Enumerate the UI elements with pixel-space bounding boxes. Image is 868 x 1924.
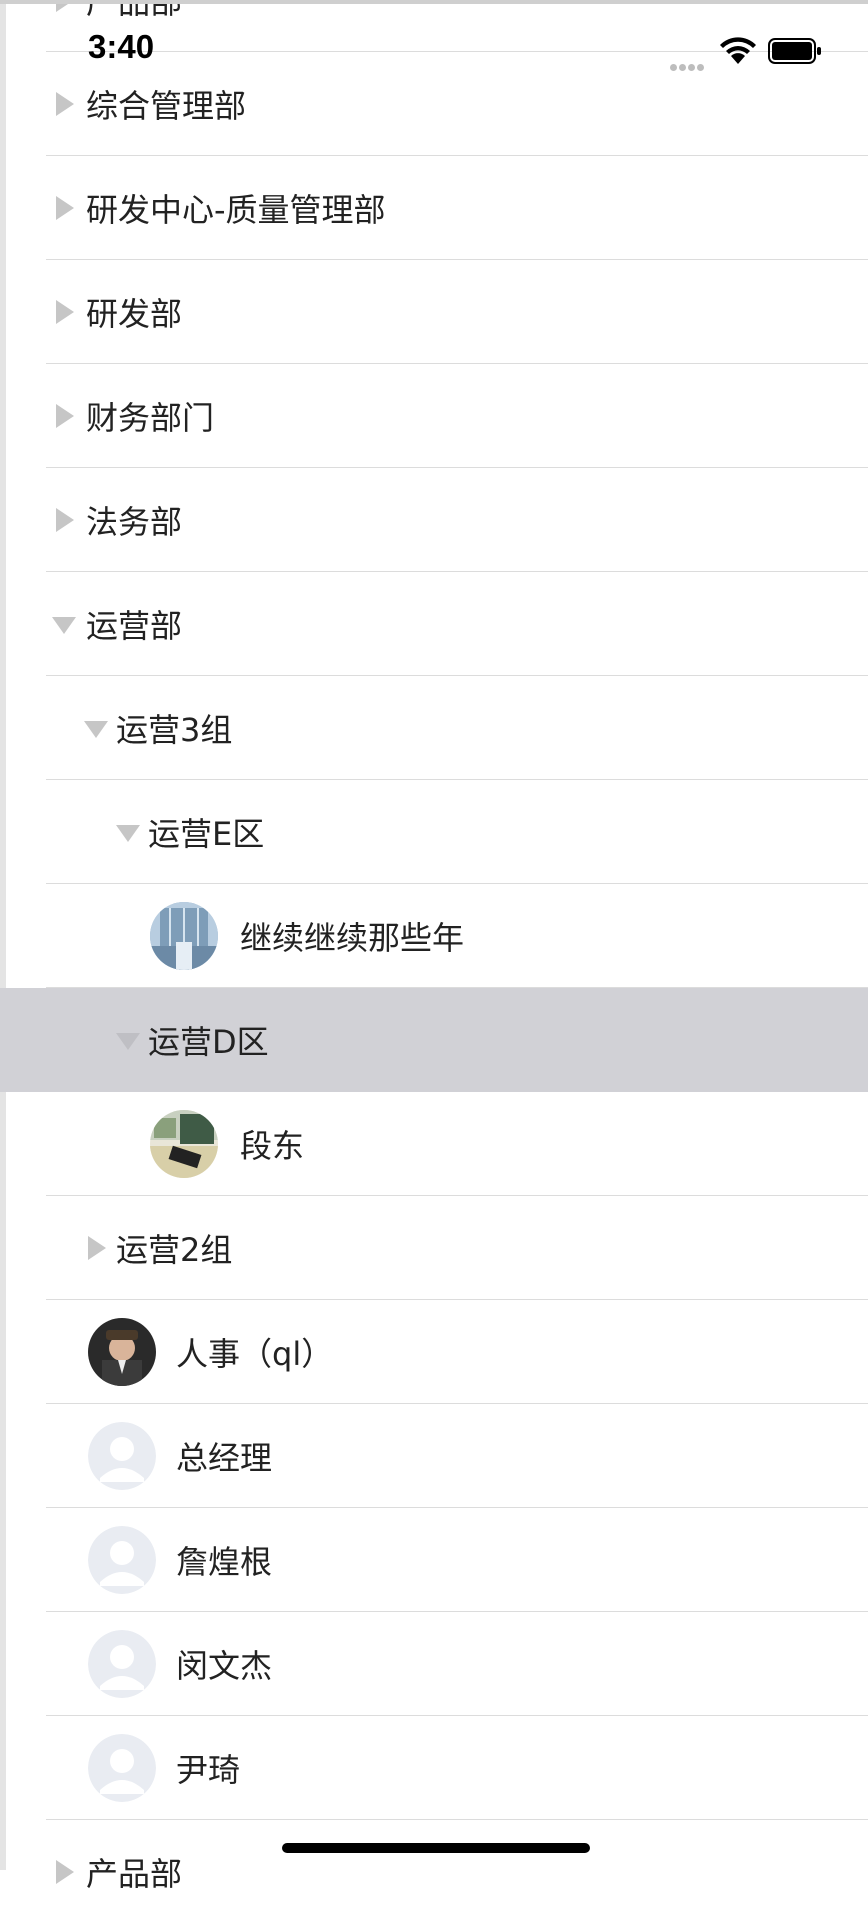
collapse-triangle-icon [52,617,76,634]
home-indicator[interactable] [282,1843,590,1853]
tree-row-dept[interactable]: 研发部 [0,260,868,364]
default-avatar-icon [88,1422,156,1490]
row-label: 闵文杰 [176,1647,273,1685]
collapse-triangle-icon [84,721,108,738]
tree-row-member[interactable]: 继续继续那些年 [0,884,868,988]
tree-row-dept[interactable]: 财务部门 [0,364,868,468]
avatar [150,902,218,970]
tree-row-area-selected[interactable]: 运营D区 [0,988,868,1092]
tree-row-member[interactable]: 詹煌根 [0,1508,868,1612]
row-label: 总经理 [176,1439,273,1477]
row-label: 詹煌根 [176,1543,273,1581]
row-label: 研发中心-质量管理部 [86,191,386,229]
row-label: 运营2组 [116,1231,233,1269]
collapse-triangle-icon [116,825,140,842]
collapse-triangle-icon [116,1033,140,1050]
row-label: 人事（ql） [176,1335,334,1373]
expand-triangle-icon [56,1860,74,1884]
row-label: 继续继续那些年 [240,919,465,957]
row-label: 财务部门 [86,399,215,437]
expand-triangle-icon [56,300,74,324]
row-label: 运营D区 [148,1023,269,1061]
tree-row-member[interactable]: 总经理 [0,1404,868,1508]
row-label: 运营E区 [148,815,265,853]
avatar [150,1110,218,1178]
tree-row-partial-bottom[interactable]: 产品部 [0,1820,868,1924]
row-label: 法务部 [86,503,183,541]
tree-row-dept[interactable]: 研发中心-质量管理部 [0,156,868,260]
default-avatar-icon [88,1526,156,1594]
row-label: 段东 [240,1127,305,1165]
tree-row-area-expanded[interactable]: 运营E区 [0,780,868,884]
tree-row-group[interactable]: 运营2组 [0,1196,868,1300]
expand-triangle-icon [56,508,74,532]
cellular-signal-icon [670,56,710,71]
status-bar: 3:40 [0,0,868,100]
avatar [88,1318,156,1386]
expand-triangle-icon [56,404,74,428]
status-time: 3:40 [88,28,155,65]
row-label: 研发部 [86,295,183,333]
row-label: 产品部 [86,1855,183,1893]
tree-row-member[interactable]: 闵文杰 [0,1612,868,1716]
expand-triangle-icon [88,1236,106,1260]
default-avatar-icon [88,1630,156,1698]
default-avatar-icon [88,1734,156,1802]
row-label: 运营3组 [116,711,233,749]
expand-triangle-icon [56,196,74,220]
tree-row-dept-expanded[interactable]: 运营部 [0,572,868,676]
tree-row-member[interactable]: 人事（ql） [0,1300,868,1404]
wifi-icon [718,36,758,66]
tree-row-member[interactable]: 段东 [0,1092,868,1196]
row-label: 尹琦 [176,1751,241,1789]
tree-row-member[interactable]: 尹琦 [0,1716,868,1820]
tree-row-group-expanded[interactable]: 运营3组 [0,676,868,780]
tree-row-dept[interactable]: 法务部 [0,468,868,572]
battery-icon [768,38,822,64]
row-label: 运营部 [86,607,183,645]
